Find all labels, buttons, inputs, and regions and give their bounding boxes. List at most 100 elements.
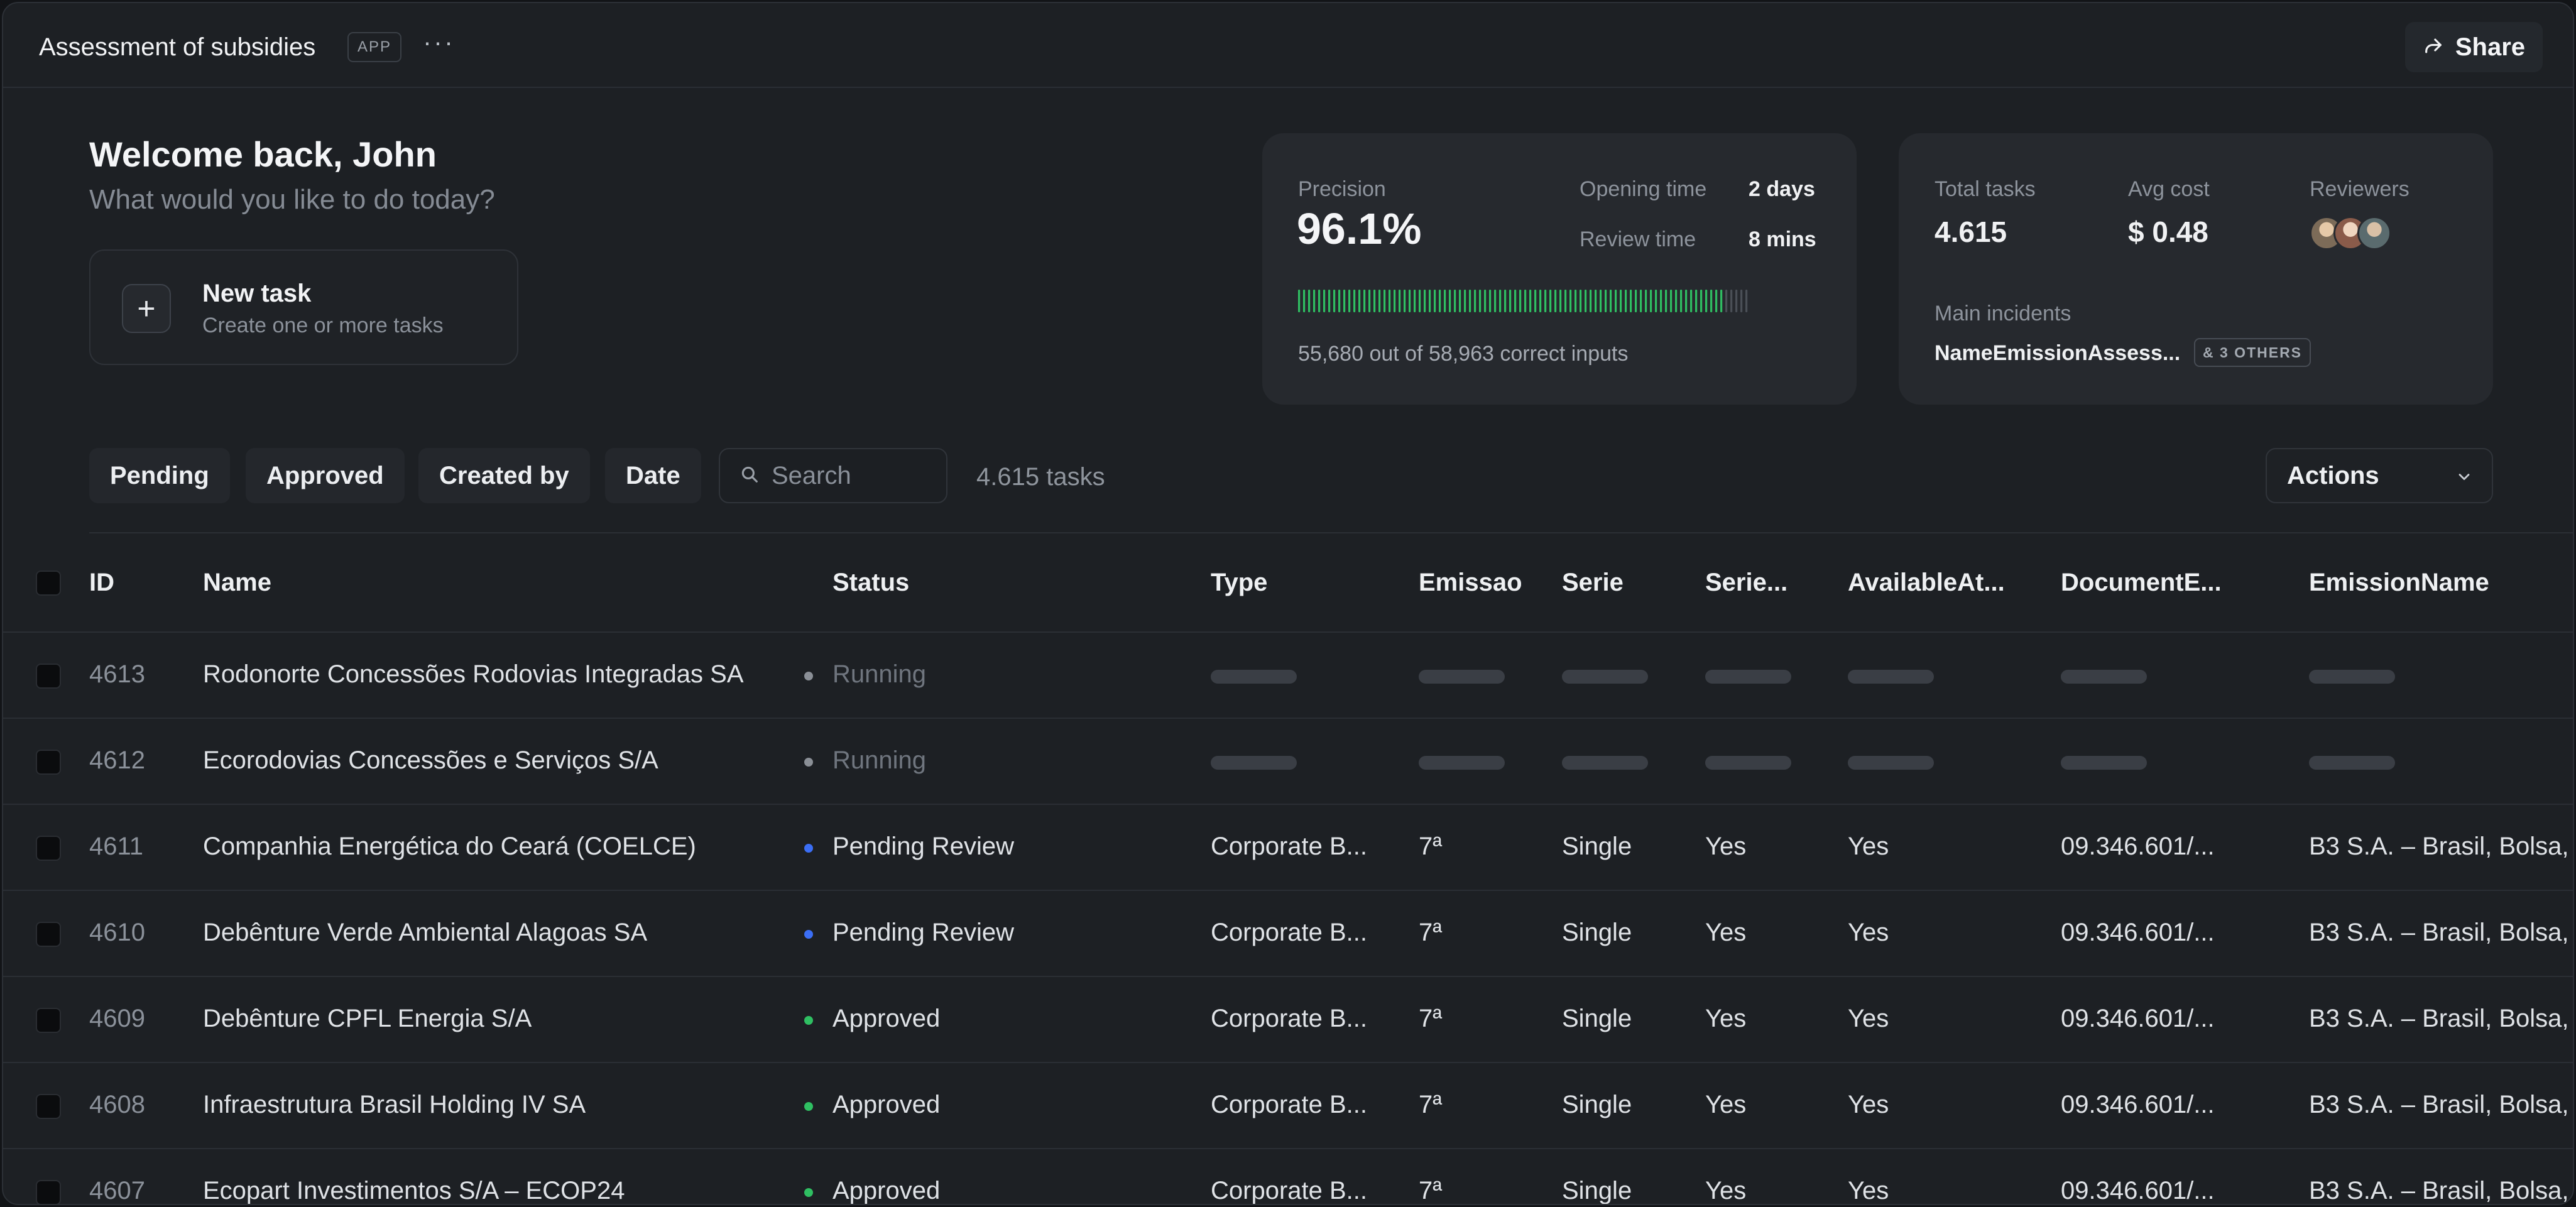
progress-tick-filled xyxy=(1554,290,1557,312)
loading-placeholder xyxy=(2309,756,2395,770)
row-checkbox[interactable] xyxy=(36,836,61,861)
avg-cost-label: Avg cost xyxy=(2128,177,2210,201)
actions-dropdown[interactable]: Actions xyxy=(2266,448,2493,503)
column-header-serie-2[interactable]: Serie... xyxy=(1705,569,1787,597)
search-box[interactable] xyxy=(719,448,947,503)
cell-serie: Single xyxy=(1562,833,1632,860)
cell-id: 4607 xyxy=(89,1177,145,1204)
main-incident-name[interactable]: NameEmissionAssess... xyxy=(1935,341,2180,366)
loading-placeholder xyxy=(2309,670,2395,684)
filter-date[interactable]: Date xyxy=(605,448,701,503)
status-dot xyxy=(804,844,813,853)
cell-type: Corporate B... xyxy=(1211,919,1368,946)
progress-tick-filled xyxy=(1489,290,1492,312)
cell-name: Rodonorte Concessões Rodovias Integradas… xyxy=(203,660,744,688)
progress-tick-filled xyxy=(1710,290,1713,312)
column-header-document[interactable]: DocumentE... xyxy=(2061,569,2222,597)
progress-tick-filled xyxy=(1318,290,1321,312)
share-button[interactable]: Share xyxy=(2404,22,2543,72)
column-header-serie[interactable]: Serie xyxy=(1562,569,1624,597)
progress-tick-filled xyxy=(1605,290,1607,312)
more-options-button[interactable]: ··· xyxy=(423,27,455,57)
progress-tick-filled xyxy=(1675,290,1678,312)
cell-emissao: 7ª xyxy=(1419,919,1443,946)
progress-tick-filled xyxy=(1368,290,1371,312)
cell-emissao: 7ª xyxy=(1419,1005,1443,1032)
precision-label: Precision xyxy=(1298,177,1386,201)
column-header-name[interactable]: Name xyxy=(203,569,271,597)
loading-placeholder xyxy=(1211,756,1297,770)
app-window: Assessment of subsidies APP ··· Share We… xyxy=(2,2,2574,1205)
search-input[interactable] xyxy=(772,461,935,490)
cell-emissao: 7ª xyxy=(1419,1177,1443,1204)
progress-tick-filled xyxy=(1580,290,1582,312)
cell-document: 09.346.601/... xyxy=(2061,1177,2215,1204)
row-checkbox[interactable] xyxy=(36,922,61,947)
cell-id: 4613 xyxy=(89,660,145,688)
others-badge[interactable]: & 3 OTHERS xyxy=(2194,338,2311,367)
opening-time-value: 2 days xyxy=(1749,177,1815,201)
cell-type: Corporate B... xyxy=(1211,1177,1368,1204)
progress-tick-filled xyxy=(1389,290,1391,312)
cell-status: Pending Review xyxy=(832,833,1015,860)
cell-name: Ecorodovias Concessões e Serviços S/A xyxy=(203,746,658,774)
cell-serie: Single xyxy=(1562,919,1632,946)
column-header-emission-name[interactable]: EmissionName xyxy=(2309,569,2489,597)
progress-tick-empty xyxy=(1745,290,1748,312)
progress-tick-filled xyxy=(1564,290,1567,312)
progress-tick-filled xyxy=(1630,290,1632,312)
progress-tick-filled xyxy=(1399,290,1401,312)
cell-id: 4610 xyxy=(89,919,145,946)
row-checkbox[interactable] xyxy=(36,750,61,775)
progress-tick-filled xyxy=(1479,290,1482,312)
column-header-emissao[interactable]: Emissao xyxy=(1419,569,1522,597)
progress-tick-filled xyxy=(1394,290,1396,312)
column-header-type[interactable]: Type xyxy=(1211,569,1267,597)
progress-tick-filled xyxy=(1665,290,1667,312)
progress-tick-filled xyxy=(1419,290,1421,312)
progress-tick-filled xyxy=(1404,290,1406,312)
select-all-checkbox[interactable] xyxy=(36,571,61,596)
avatar[interactable] xyxy=(2357,216,2391,250)
filter-approved[interactable]: Approved xyxy=(246,448,405,503)
progress-tick-filled xyxy=(1610,290,1612,312)
cell-emission-name: B3 S.A. – Brasil, Bolsa, B xyxy=(2309,833,2574,860)
progress-tick-filled xyxy=(1353,290,1356,312)
column-header-available-at[interactable]: AvailableAt... xyxy=(1848,569,2005,597)
cell-id: 4608 xyxy=(89,1091,145,1118)
progress-tick-filled xyxy=(1449,290,1451,312)
table-row[interactable]: 4611 Companhia Energética do Ceará (COEL… xyxy=(3,805,2573,891)
reviewers-avatars[interactable] xyxy=(2310,216,2398,251)
progress-tick-filled xyxy=(1484,290,1487,312)
task-count: 4.615 tasks xyxy=(976,463,1105,491)
table-row[interactable]: 4610 Debênture Verde Ambiental Alagoas S… xyxy=(3,891,2573,977)
table-row[interactable]: 4609 Debênture CPFL Energia S/A Approved… xyxy=(3,977,2573,1063)
cell-emission-name: B3 S.A. – Brasil, Bolsa, B xyxy=(2309,919,2574,946)
cell-id: 4611 xyxy=(89,833,144,860)
progress-tick-filled xyxy=(1534,290,1537,312)
row-checkbox[interactable] xyxy=(36,1094,61,1119)
cell-id: 4612 xyxy=(89,746,145,774)
filter-created-by[interactable]: Created by xyxy=(418,448,590,503)
row-checkbox[interactable] xyxy=(36,1180,61,1204)
column-header-id[interactable]: ID xyxy=(89,569,114,597)
app-badge: APP xyxy=(347,32,402,62)
row-checkbox[interactable] xyxy=(36,664,61,689)
table-row[interactable]: 4608 Infraestrutura Brasil Holding IV SA… xyxy=(3,1063,2573,1149)
progress-tick-filled xyxy=(1600,290,1602,312)
table-row[interactable]: 4613 Rodonorte Concessões Rodovias Integ… xyxy=(3,633,2573,719)
cell-status: Approved xyxy=(832,1005,941,1032)
table-row[interactable]: 4607 Ecopart Investimentos S/A – ECOP24 … xyxy=(3,1149,2574,1204)
progress-tick-filled xyxy=(1635,290,1637,312)
column-header-status[interactable]: Status xyxy=(832,569,909,597)
progress-tick-filled xyxy=(1549,290,1552,312)
total-tasks-label: Total tasks xyxy=(1935,177,2036,201)
row-checkbox[interactable] xyxy=(36,1008,61,1033)
filter-pending[interactable]: Pending xyxy=(89,448,230,503)
cell-emission-name: B3 S.A. – Brasil, Bolsa, B xyxy=(2309,1177,2574,1204)
precision-card: Precision 96.1% Opening time 2 days Revi… xyxy=(1262,133,1857,405)
total-tasks-value: 4.615 xyxy=(1935,216,2007,248)
progress-tick-filled xyxy=(1444,290,1446,312)
table-row[interactable]: 4612 Ecorodovias Concessões e Serviços S… xyxy=(3,719,2573,805)
new-task-button[interactable]: + New task Create one or more tasks xyxy=(89,249,518,365)
